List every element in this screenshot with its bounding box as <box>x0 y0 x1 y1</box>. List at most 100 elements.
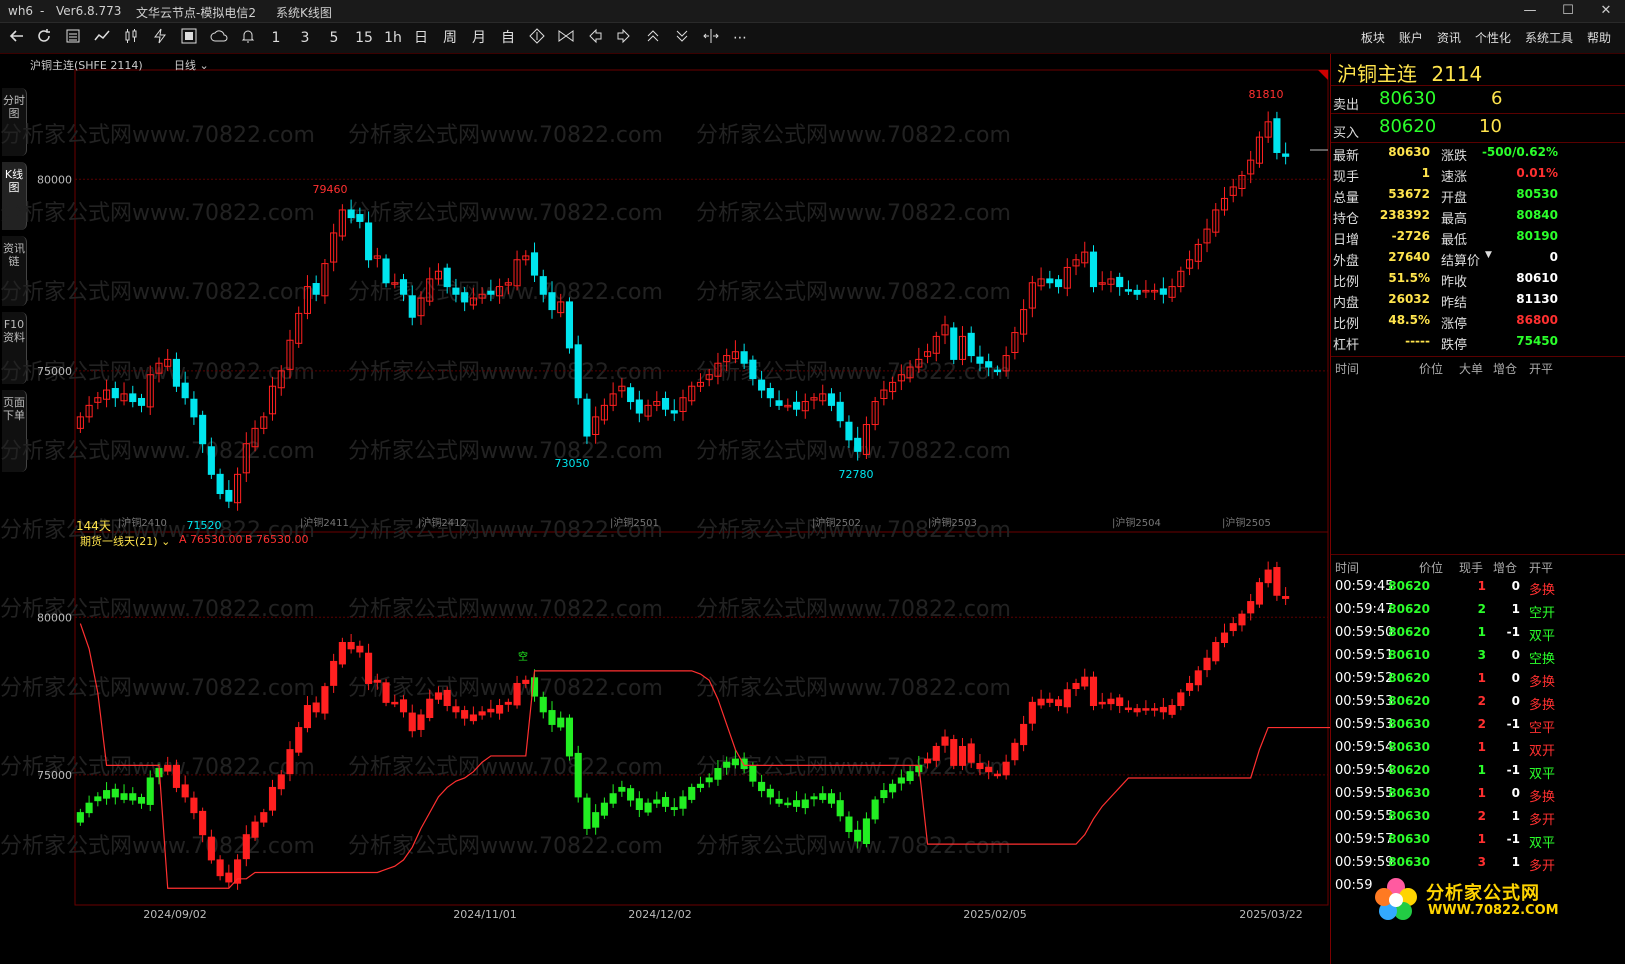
tick-row[interactable]: 00:59:53 80620 2 0 多换 <box>1331 691 1625 714</box>
chevrons-up-icon[interactable] <box>644 28 662 48</box>
refresh-icon[interactable] <box>35 28 53 48</box>
ask-label: 卖出 <box>1333 98 1360 113</box>
tick-row[interactable]: 00:59:47 80620 2 1 空开 <box>1331 599 1625 622</box>
tick-row[interactable]: 00:59:52 80620 1 0 多换 <box>1331 668 1625 691</box>
tick-row[interactable]: 00:59:55 80630 1 0 多换 <box>1331 783 1625 806</box>
tick-row[interactable]: 00:59:51 80610 3 0 空换 <box>1331 645 1625 668</box>
kline-chart[interactable]: 分析家公式网www.70822.com 分析家公式网www.70822.com 分析… <box>0 54 1365 924</box>
tick-time: 00:59:52 <box>1335 671 1394 686</box>
logo-text: 分析家公式网 <box>1426 883 1540 904</box>
candle-body <box>94 796 102 802</box>
period-selector[interactable]: 日线 ⌄ <box>174 57 209 73</box>
tick-row[interactable]: 00:59:54 80620 1 -1 双平 <box>1331 760 1625 783</box>
tick-row[interactable]: 00:59:53 80630 2 -1 空平 <box>1331 714 1625 737</box>
period-5min-button[interactable]: 5 <box>326 28 342 48</box>
period-3min-button[interactable]: 3 <box>297 28 313 48</box>
candle-body <box>967 743 975 763</box>
diamond-icon[interactable] <box>528 28 546 48</box>
menu-account[interactable]: 账户 <box>1399 29 1423 46</box>
close-button[interactable]: ✕ <box>1587 0 1625 22</box>
big-order-header-oi: 增仓 <box>1493 362 1518 376</box>
tick-oi-change: -1 <box>1506 717 1520 731</box>
grid-icon[interactable] <box>180 28 198 48</box>
candle-body <box>688 786 696 800</box>
quote-row: 杠杆 ----- 跌停 75450 <box>1331 331 1625 353</box>
candle-body <box>1116 276 1124 288</box>
candle-body <box>207 836 215 861</box>
quote-value: 48.5% <box>1388 313 1430 327</box>
quote-value: 75450 <box>1516 334 1558 348</box>
candle-icon[interactable] <box>122 28 140 48</box>
candle-body <box>696 783 705 788</box>
tick-row[interactable]: 00:59:55 80630 2 1 多开 <box>1331 806 1625 829</box>
settle-dropdown-icon[interactable]: ▼ <box>1485 250 1492 260</box>
candle-body <box>1107 698 1115 705</box>
period-15min-button[interactable]: 15 <box>353 28 375 48</box>
cloud-icon[interactable] <box>209 28 229 48</box>
chevrons-down-icon[interactable] <box>673 28 691 48</box>
quote-label: 最低 <box>1441 233 1468 248</box>
candle-body <box>120 793 128 800</box>
bell-icon[interactable] <box>239 28 257 48</box>
arrow-left-icon[interactable] <box>586 28 604 48</box>
candle-body <box>1186 682 1194 691</box>
candle-body <box>670 410 678 414</box>
candle-body <box>137 797 146 804</box>
menu-sector[interactable]: 板块 <box>1361 29 1385 46</box>
candle-body <box>1046 278 1054 284</box>
period-1h-button[interactable]: 1h <box>382 28 404 48</box>
more-icon[interactable]: ⋯ <box>731 28 749 48</box>
indicator-selector[interactable]: 期货一线天(21) ⌄ <box>80 533 170 549</box>
candle-body <box>845 816 853 833</box>
x-tick-label: 2024/11/01 <box>453 908 516 921</box>
split-icon[interactable] <box>702 28 720 48</box>
menu-news[interactable]: 资讯 <box>1437 29 1461 46</box>
line-chart-icon[interactable] <box>93 28 111 48</box>
back-icon[interactable] <box>8 28 26 48</box>
tick-time: 00:59:59 <box>1335 855 1394 870</box>
watermark-text: 分析家公式网www.70822.com <box>696 834 1011 859</box>
top-menu: 板块 账户 资讯 个性化 系统工具 帮助 <box>1361 29 1611 46</box>
quote-value: 86800 <box>1516 313 1558 327</box>
candle-body <box>408 712 416 732</box>
candle-body <box>181 784 189 798</box>
period-day-button[interactable]: 日 <box>412 28 430 48</box>
maximize-button[interactable]: ☐ <box>1549 0 1587 22</box>
list-icon[interactable] <box>64 28 82 48</box>
tick-row[interactable]: 00:59:45 80620 1 0 多换 <box>1331 576 1625 599</box>
watermark-text: 分析家公式网www.70822.com <box>0 280 315 305</box>
menu-personalize[interactable]: 个性化 <box>1475 29 1511 46</box>
period-1min-button[interactable]: 1 <box>268 28 284 48</box>
tick-price: 80620 <box>1388 579 1430 593</box>
menu-system-tools[interactable]: 系统工具 <box>1525 29 1573 46</box>
x-tick-label: 2025/03/22 <box>1239 908 1302 921</box>
menu-help[interactable]: 帮助 <box>1587 29 1611 46</box>
candle-body <box>399 699 408 713</box>
candle-body <box>1124 289 1132 292</box>
tick-row[interactable]: 00:59:50 80620 1 -1 双平 <box>1331 622 1625 645</box>
candle-body <box>854 437 862 452</box>
period-custom-button[interactable]: 自 <box>499 28 517 48</box>
lightning-icon[interactable] <box>151 28 169 48</box>
arrow-right-icon[interactable] <box>615 28 633 48</box>
candle-body <box>1229 623 1237 632</box>
watermark-text: 分析家公式网www.70822.com <box>696 597 1011 622</box>
bowtie-icon[interactable] <box>557 28 575 48</box>
period-month-button[interactable]: 月 <box>470 28 488 48</box>
tick-row[interactable]: 00:59:59 80630 3 1 多开 <box>1331 852 1625 875</box>
candle-body <box>1151 708 1159 711</box>
candle-body <box>321 686 329 714</box>
y-tick-label: 75000 <box>37 769 72 782</box>
quote-row: 持仓 238392 最高 80840 <box>1331 205 1625 227</box>
tick-row[interactable]: 00:59:54 80630 1 1 双开 <box>1331 737 1625 760</box>
quote-value: 238392 <box>1379 208 1430 222</box>
candle-body <box>609 793 617 804</box>
chart-canvas[interactable]: 分析家公式网www.70822.com 分析家公式网www.70822.com 分析… <box>0 54 1365 924</box>
candle-body <box>1273 118 1281 153</box>
candle-body <box>1264 569 1272 584</box>
candle-body <box>766 388 774 399</box>
minimize-button[interactable]: — <box>1511 0 1549 22</box>
big-order-header-big: 大单 <box>1459 362 1484 376</box>
tick-row[interactable]: 00:59:57 80630 1 -1 双平 <box>1331 829 1625 852</box>
period-week-button[interactable]: 周 <box>441 28 459 48</box>
